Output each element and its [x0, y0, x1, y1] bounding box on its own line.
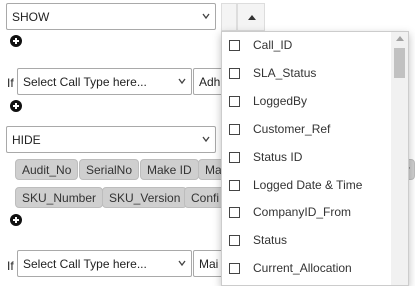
dropdown-option[interactable]: Status	[222, 227, 392, 254]
select-value: Select Call Type here...	[23, 257, 147, 271]
dropdown-option[interactable]: Customer_Ref	[222, 116, 392, 143]
show-hide-select-1[interactable]: SHOW	[6, 3, 216, 30]
select-value: Mai	[199, 257, 219, 271]
dropdown-option[interactable]: Call_ID	[222, 32, 392, 59]
option-label: Customer_Ref	[253, 122, 331, 136]
option-label: Status ID	[253, 150, 303, 164]
option-label: Logged Date & Time	[253, 178, 363, 192]
field-chip[interactable]: Audit_No	[15, 159, 79, 180]
chevron-down-icon	[178, 78, 186, 85]
checkbox[interactable]	[229, 235, 240, 246]
checkbox[interactable]	[229, 263, 240, 274]
checkbox[interactable]	[229, 68, 240, 79]
scroll-up-arrow-icon[interactable]	[396, 36, 404, 41]
field-chip[interactable]: SKU_Version	[102, 187, 188, 208]
option-label: LoggedBy	[253, 94, 308, 108]
dropdown-option[interactable]: Current_Allocation	[222, 255, 392, 282]
option-label: CompanyID_From	[253, 205, 352, 219]
select-value: Adh	[199, 75, 221, 89]
if-label: If	[7, 259, 14, 273]
scrollbar[interactable]	[391, 32, 408, 285]
field-chip[interactable]: Make ID	[140, 159, 199, 180]
dropdown-option[interactable]: SLA_Status	[222, 60, 392, 87]
checkbox[interactable]	[229, 207, 240, 218]
checkbox[interactable]	[229, 40, 240, 51]
call-type-select-1[interactable]: Select Call Type here...	[17, 68, 192, 95]
chevron-down-icon	[202, 136, 210, 143]
multiselect-collapse-button[interactable]	[237, 3, 265, 31]
call-type-select-2[interactable]: Select Call Type here...	[17, 250, 192, 277]
add-icon[interactable]	[10, 214, 22, 226]
dropdown-option[interactable]: Logged Date & Time	[222, 172, 392, 199]
add-icon[interactable]	[10, 35, 22, 47]
checkbox[interactable]	[229, 96, 240, 107]
show-hide-select-2[interactable]: HIDE	[6, 126, 216, 153]
caret-up-icon	[248, 15, 256, 20]
checkbox[interactable]	[229, 152, 240, 163]
checkbox[interactable]	[229, 124, 240, 135]
dropdown-option[interactable]: LoggedBy	[222, 88, 392, 115]
scrollbar-thumb[interactable]	[394, 48, 405, 78]
field-chip[interactable]: SKU_Number	[15, 187, 104, 208]
chevron-down-icon	[202, 13, 210, 20]
field-chip[interactable]: SerialNo	[79, 159, 140, 180]
if-label: If	[7, 76, 14, 90]
option-label: Call_ID	[253, 38, 293, 52]
dropdown-option[interactable]: Status ID	[222, 144, 392, 171]
select-value: SHOW	[12, 10, 50, 24]
add-icon[interactable]	[10, 100, 22, 112]
option-label: Status	[253, 233, 288, 247]
dropdown-option[interactable]: CompanyID_From	[222, 199, 392, 226]
select-value: Select Call Type here...	[23, 75, 147, 89]
option-label: Current_Allocation	[253, 261, 352, 275]
chevron-down-icon	[178, 260, 186, 267]
select-value: HIDE	[12, 133, 41, 147]
multiselect-toggle[interactable]	[221, 3, 237, 31]
checkbox[interactable]	[229, 180, 240, 191]
option-label: SLA_Status	[253, 66, 317, 80]
column-multiselect-dropdown[interactable]: Call_ID SLA_Status LoggedBy Customer_Ref…	[221, 31, 409, 286]
